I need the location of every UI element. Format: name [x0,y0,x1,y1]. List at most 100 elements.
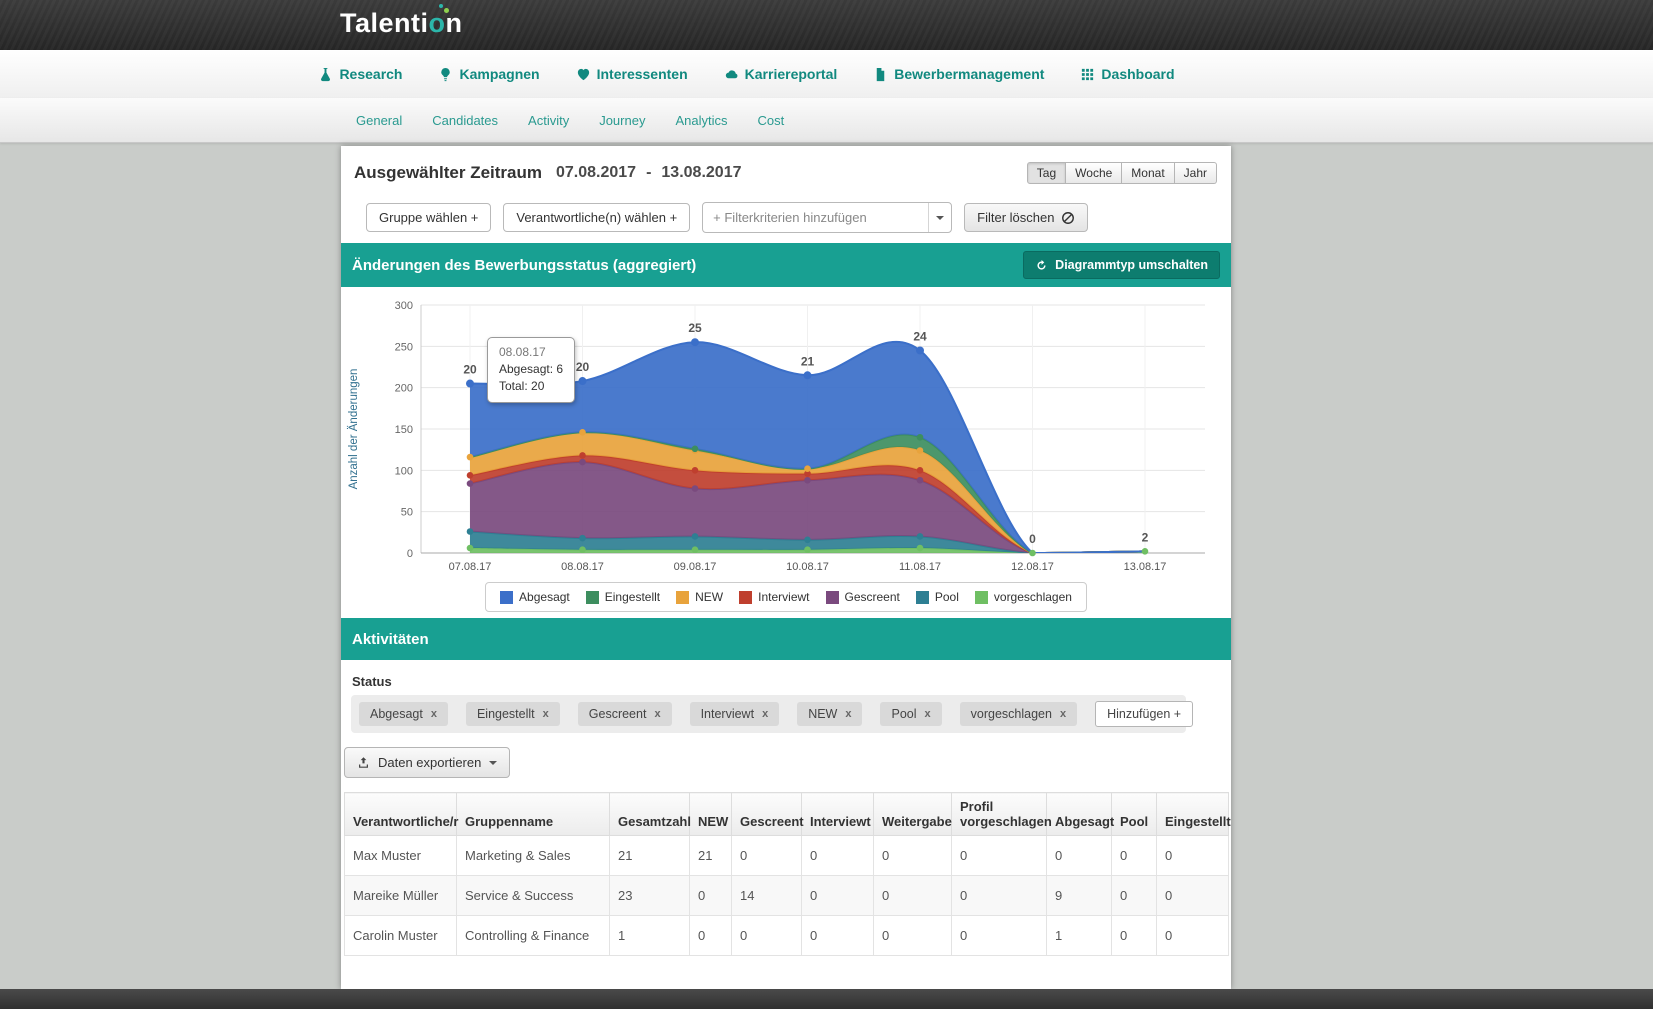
status-chip-vorgeschlagen[interactable]: vorgeschlagenx [960,702,1077,726]
chip-close-icon[interactable]: x [925,708,931,720]
status-chip-abgesagt[interactable]: Abgesagtx [359,702,448,726]
table-cell: 14 [732,876,802,916]
chart-point[interactable] [579,535,586,542]
status-chip-eingestellt[interactable]: Eingestelltx [466,702,560,726]
nav-item-karriereportal[interactable]: Karriereportal [724,66,838,82]
chart-point[interactable] [579,459,586,466]
chart-point[interactable] [467,545,474,552]
chart-point[interactable] [804,465,811,472]
table-cell: 0 [1157,836,1229,876]
nav-item-interessenten[interactable]: Interessenten [576,66,688,82]
chart-point[interactable] [579,546,586,553]
nav-item-research[interactable]: Research [318,66,402,82]
filter-criteria-select[interactable]: + Filterkriterien hinzufügen [702,202,952,233]
chip-close-icon[interactable]: x [654,708,660,720]
chart-point[interactable] [804,371,812,379]
tooltip-date: 08.08.17 [499,344,563,361]
heart-icon [576,67,591,82]
subnav-item-activity[interactable]: Activity [528,113,569,128]
legend-swatch [586,591,599,604]
legend-item-vorgeschlagen[interactable]: vorgeschlagen [975,590,1072,604]
chart-point[interactable] [804,546,811,553]
nav-item-bewerbermanagement[interactable]: Bewerbermanagement [873,66,1044,82]
bottom-bar [0,989,1653,1009]
chart-point[interactable] [579,429,586,436]
legend-item-eingestellt[interactable]: Eingestellt [586,590,660,604]
chip-label: Interviewt [701,707,755,721]
nav-item-kampagnen[interactable]: Kampagnen [438,66,539,82]
status-chip-gescreent[interactable]: Gescreent x [578,702,672,726]
select-group-button[interactable]: Gruppe wählen + [366,203,491,232]
toggle-chart-type-button[interactable]: Diagrammtyp umschalten [1023,251,1220,279]
chart-point[interactable] [579,377,587,385]
chart-point[interactable] [691,338,699,346]
legend-item-pool[interactable]: Pool [916,590,959,604]
chart-point[interactable] [917,477,924,484]
chart-point[interactable] [692,546,699,553]
add-status-chip-button[interactable]: Hinzufügen + [1095,701,1193,727]
subnav-item-candidates[interactable]: Candidates [432,113,498,128]
chart-y-tick-label: 0 [407,548,413,560]
column-header: Interviewt [802,793,874,836]
table-cell: 0 [732,916,802,956]
range-button-woche[interactable]: Woche [1066,162,1122,184]
chart-point[interactable] [467,480,474,487]
chart-point[interactable] [467,472,474,479]
subnav-item-analytics[interactable]: Analytics [675,113,727,128]
chart-point[interactable] [579,452,586,459]
chart-point[interactable] [917,447,924,454]
range-button-jahr[interactable]: Jahr [1175,162,1217,184]
activities-panel-header: Aktivitäten [341,618,1231,660]
status-chip-interviewt[interactable]: Interviewt x [690,702,780,726]
chart-point[interactable] [804,477,811,484]
nav-label: Interessenten [597,66,688,82]
chart-point[interactable] [692,485,699,492]
chart-point[interactable] [467,528,474,535]
chart-point[interactable] [917,545,924,552]
legend-item-interviewt[interactable]: Interviewt [739,590,809,604]
status-chip-pool[interactable]: Poolx [880,702,941,726]
legend-label: NEW [695,590,723,604]
subnav-item-journey[interactable]: Journey [599,113,645,128]
chart-point[interactable] [917,533,924,540]
chip-label: Gescreent [589,707,647,721]
chart-point[interactable] [466,380,474,388]
legend-item-new[interactable]: NEW [676,590,723,604]
chart-point[interactable] [692,533,699,540]
chip-label: Pool [891,707,916,721]
chart-point[interactable] [1142,548,1149,555]
range-button-tag[interactable]: Tag [1027,162,1066,184]
chip-close-icon[interactable]: x [845,708,851,720]
chart-point[interactable] [692,446,699,453]
legend-item-abgesagt[interactable]: Abgesagt [500,590,570,604]
filter-row: Gruppe wählen + Verantwortliche(n) wähle… [366,202,1217,233]
subnav-item-cost[interactable]: Cost [757,113,784,128]
legend-item-gescreent[interactable]: Gescreent [826,590,900,604]
chart-point[interactable] [692,467,699,474]
chip-close-icon[interactable]: x [431,708,437,720]
nav-label: Research [339,66,402,82]
table-cell: 1 [610,916,690,956]
status-chip-new[interactable]: NEWx [797,702,862,726]
chart-point[interactable] [467,454,474,461]
chip-close-icon[interactable]: x [543,708,549,720]
subnav-item-general[interactable]: General [356,113,402,128]
legend-swatch [500,591,513,604]
talention-logo[interactable]: Talention [340,8,463,39]
chart-point[interactable] [917,434,924,441]
table-cell: 0 [690,876,732,916]
chip-close-icon[interactable]: x [1060,708,1066,720]
clear-filter-button[interactable]: Filter löschen [964,203,1088,232]
nav-item-dashboard[interactable]: Dashboard [1080,66,1174,82]
period-to: 13.08.2017 [661,164,741,182]
chart-point[interactable] [804,536,811,543]
chart-point[interactable] [917,467,924,474]
chart-point[interactable] [916,346,924,354]
chart-y-tick-label: 250 [395,341,413,353]
range-button-monat[interactable]: Monat [1122,162,1174,184]
chip-close-icon[interactable]: x [762,708,768,720]
select-responsible-button[interactable]: Verantwortliche(n) wählen + [503,203,690,232]
chart-point[interactable] [1029,550,1036,557]
period-dates: 07.08.2017 - 13.08.2017 [556,164,741,182]
export-data-button[interactable]: Daten exportieren [344,747,510,778]
